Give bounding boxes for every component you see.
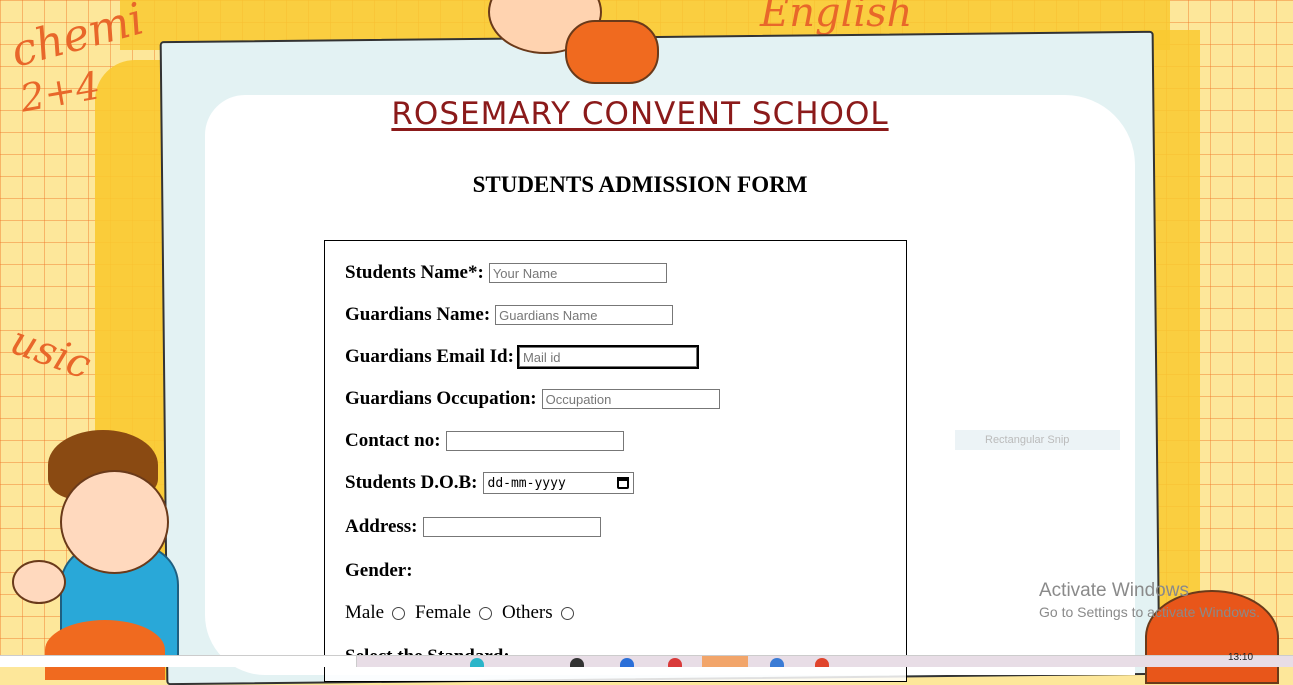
student-name-label: Students Name*: bbox=[345, 262, 484, 283]
guardian-email-row: Guardians Email Id: bbox=[345, 345, 699, 369]
guardian-name-label: Guardians Name: bbox=[345, 304, 491, 325]
school-title: ROSEMARY CONVENT SCHOOL bbox=[391, 96, 889, 132]
dob-row: Students D.O.B: dd-mm-yyyy bbox=[345, 472, 634, 494]
taskbar-active-app-icon[interactable] bbox=[702, 656, 748, 667]
guardian-email-input[interactable] bbox=[516, 345, 699, 369]
cartoon-kid-left-hand bbox=[12, 560, 66, 604]
guardian-occupation-row: Guardians Occupation: bbox=[345, 388, 720, 410]
gender-others-radio[interactable] bbox=[560, 606, 574, 620]
dob-input[interactable]: dd-mm-yyyy bbox=[482, 472, 634, 494]
cartoon-kid-left bbox=[60, 470, 169, 574]
form-heading: STUDENTS ADMISSION FORM bbox=[472, 172, 808, 197]
cartoon-kid-bottom bbox=[45, 620, 165, 680]
dob-label: Students D.O.B: bbox=[345, 472, 478, 493]
gender-male-radio[interactable] bbox=[392, 606, 406, 620]
taskbar-clock[interactable]: 13:10 bbox=[1228, 652, 1253, 663]
guardian-name-row: Guardians Name: bbox=[345, 304, 674, 326]
student-name-row: Students Name*: bbox=[345, 262, 667, 284]
guardian-email-label: Guardians Email Id: bbox=[345, 346, 514, 367]
watermark-subtitle: Go to Settings to activate Windows. bbox=[1039, 604, 1260, 620]
dob-placeholder: dd-mm-yyyy bbox=[487, 475, 566, 491]
taskbar-search-box[interactable] bbox=[0, 656, 357, 667]
address-label: Address: bbox=[345, 516, 418, 537]
contact-input[interactable] bbox=[445, 431, 624, 451]
watermark-title: Activate Windows bbox=[1039, 580, 1189, 601]
address-row: Address: bbox=[345, 516, 601, 538]
snip-tooltip: Rectangular Snip bbox=[955, 430, 1120, 450]
address-input[interactable] bbox=[422, 517, 601, 537]
activate-windows-watermark: Activate Windows Go to Settings to activ… bbox=[1039, 580, 1260, 620]
gender-options: Male Female Others bbox=[345, 602, 584, 624]
calendar-icon[interactable] bbox=[616, 477, 629, 489]
taskbar: 13:10 bbox=[0, 652, 1293, 667]
gender-row: Gender: bbox=[345, 560, 418, 582]
guardian-occupation-label: Guardians Occupation: bbox=[345, 388, 537, 409]
gender-option-label: Male bbox=[345, 602, 385, 623]
doodle-english: English bbox=[760, 0, 913, 36]
gender-option-label: Others bbox=[501, 602, 553, 623]
gender-female-radio[interactable] bbox=[478, 606, 492, 620]
contact-row: Contact no: bbox=[345, 430, 624, 452]
gender-option-label: Female bbox=[415, 602, 471, 623]
cartoon-kid-top-body bbox=[565, 20, 659, 84]
guardian-name-input[interactable] bbox=[495, 305, 674, 325]
gender-label: Gender: bbox=[345, 560, 413, 581]
contact-label: Contact no: bbox=[345, 430, 441, 451]
guardian-occupation-input[interactable] bbox=[541, 389, 720, 409]
student-name-input[interactable] bbox=[488, 263, 667, 283]
